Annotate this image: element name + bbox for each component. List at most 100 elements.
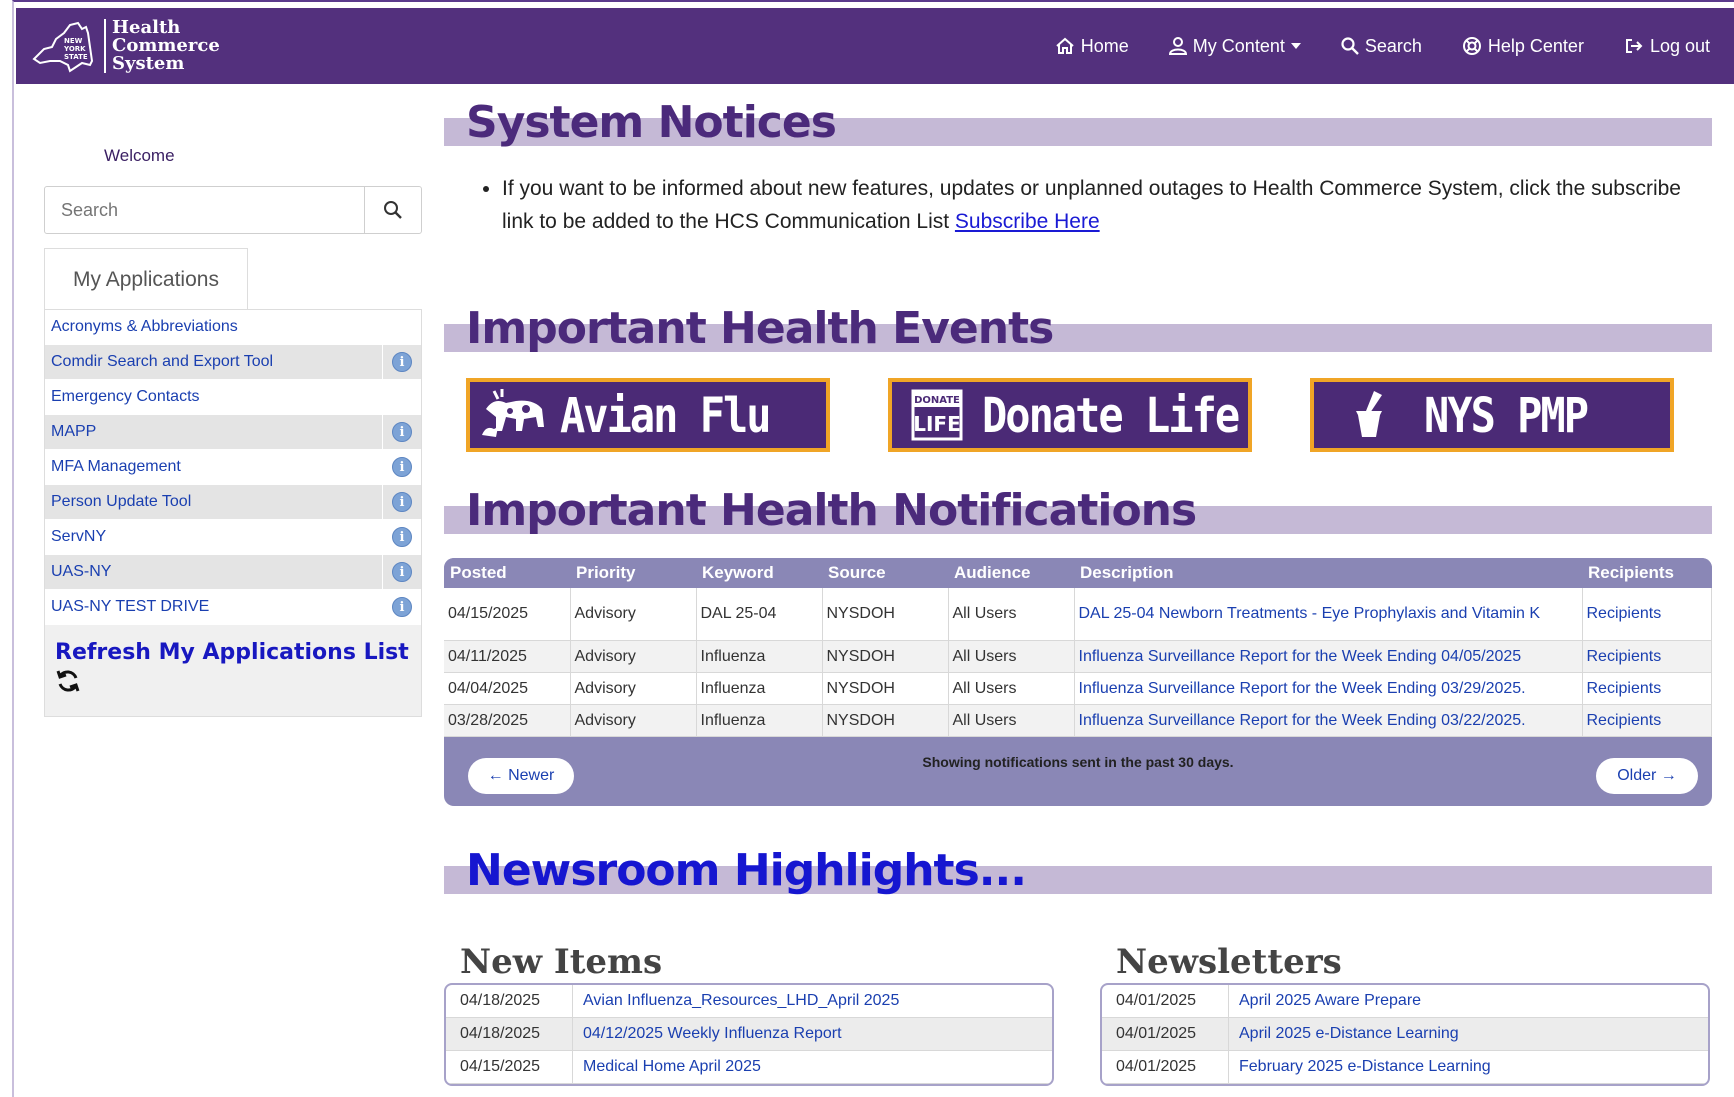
recipients-link[interactable]: Recipients bbox=[1587, 680, 1662, 697]
nav-home-label: Home bbox=[1080, 35, 1129, 56]
app-info-cell: i bbox=[383, 555, 421, 589]
info-icon[interactable]: i bbox=[392, 492, 412, 512]
top-bar: NEW YORK STATE Health Commerce System Ho… bbox=[16, 8, 1734, 84]
refresh-icon[interactable] bbox=[55, 668, 81, 699]
welcome-text: Welcome bbox=[104, 146, 175, 165]
item-link[interactable]: Avian Influenza_Resources_LHD_April 2025 bbox=[573, 985, 1052, 1017]
item-link[interactable]: 04/12/2025 Weekly Influenza Report bbox=[573, 1018, 1052, 1050]
list-item: 04/01/2025 April 2025 e-Distance Learnin… bbox=[1102, 1018, 1708, 1051]
column-header[interactable]: Recipients bbox=[1582, 558, 1712, 588]
new-items-list: 04/18/2025 Avian Influenza_Resources_LHD… bbox=[444, 983, 1054, 1086]
app-link[interactable]: Comdir Search and Export Tool bbox=[45, 345, 383, 379]
user-icon bbox=[1168, 37, 1187, 55]
app-link[interactable]: MAPP bbox=[45, 415, 383, 449]
banner-avian-flu[interactable]: Avian Flu bbox=[466, 378, 830, 452]
item-link[interactable]: February 2025 e-Distance Learning bbox=[1229, 1051, 1708, 1083]
banner-donate-life-label: Donate Life bbox=[982, 386, 1240, 444]
app-link[interactable]: Acronyms & Abbreviations bbox=[45, 310, 383, 344]
app-item-uas-ny-test-drive: UAS-NY TEST DRIVE i bbox=[45, 590, 421, 625]
subscribe-link[interactable]: Subscribe Here bbox=[955, 210, 1100, 233]
source-cell: NYSDOH bbox=[822, 640, 949, 673]
app-link[interactable]: MFA Management bbox=[45, 450, 383, 484]
banner-nys-pmp[interactable]: NYS PMP bbox=[1310, 378, 1674, 452]
nav-help-center[interactable]: Help Center bbox=[1462, 36, 1584, 57]
description-cell: Influenza Surveillance Report for the We… bbox=[1074, 704, 1583, 737]
older-button[interactable]: Older → bbox=[1596, 758, 1698, 794]
app-link[interactable]: UAS-NY TEST DRIVE bbox=[45, 590, 383, 624]
source-cell: NYSDOH bbox=[822, 588, 949, 641]
svg-text:STATE: STATE bbox=[64, 53, 88, 61]
description-link[interactable]: Influenza Surveillance Report for the We… bbox=[1079, 712, 1526, 729]
list-item: 04/01/2025 February 2025 e-Distance Lear… bbox=[1102, 1051, 1708, 1084]
svg-text:NEW: NEW bbox=[64, 37, 83, 45]
tab-my-applications[interactable]: My Applications bbox=[44, 248, 248, 310]
donate-badge-top: DONATE bbox=[914, 395, 960, 406]
app-info-cell bbox=[383, 310, 421, 344]
app-link[interactable]: Person Update Tool bbox=[45, 485, 383, 519]
sidebar-search-input[interactable] bbox=[45, 187, 364, 233]
refresh-applications-link[interactable]: Refresh My Applications List bbox=[55, 640, 409, 665]
recipients-cell: Recipients bbox=[1582, 640, 1712, 673]
priority-cell: Advisory bbox=[570, 588, 697, 641]
priority-cell: Advisory bbox=[570, 672, 697, 705]
keyword-cell: Influenza bbox=[696, 672, 823, 705]
item-link[interactable]: Medical Home April 2025 bbox=[573, 1051, 1052, 1083]
info-icon[interactable]: i bbox=[392, 457, 412, 477]
app-item-comdir: Comdir Search and Export Tool i bbox=[45, 345, 421, 380]
sidebar-search bbox=[44, 186, 422, 234]
banner-donate-life[interactable]: DONATE LIFE Donate Life bbox=[888, 378, 1252, 452]
donate-life-icon: DONATE LIFE bbox=[892, 387, 982, 443]
item-date: 04/18/2025 bbox=[446, 985, 573, 1017]
newsletters-list: 04/01/2025 April 2025 Aware Prepare 04/0… bbox=[1100, 983, 1710, 1086]
nav-help-center-label: Help Center bbox=[1487, 35, 1584, 56]
info-icon[interactable]: i bbox=[392, 422, 412, 442]
column-header[interactable]: Posted bbox=[444, 558, 570, 588]
app-link[interactable]: ServNY bbox=[45, 520, 383, 554]
column-header[interactable]: Description bbox=[1074, 558, 1582, 588]
audience-cell: All Users bbox=[948, 704, 1075, 737]
app-link[interactable]: Emergency Contacts bbox=[45, 380, 383, 414]
info-icon[interactable]: i bbox=[392, 352, 412, 372]
app-info-cell: i bbox=[383, 415, 421, 449]
info-icon[interactable]: i bbox=[392, 562, 412, 582]
description-link[interactable]: Influenza Surveillance Report for the We… bbox=[1079, 680, 1526, 697]
app-item-servny: ServNY i bbox=[45, 520, 421, 555]
logo-line-system: System bbox=[112, 53, 185, 74]
recipients-cell: Recipients bbox=[1582, 672, 1712, 705]
recipients-link[interactable]: Recipients bbox=[1587, 712, 1662, 729]
nav-home[interactable]: Home bbox=[1055, 36, 1129, 57]
ny-state-outline-icon: NEW YORK STATE bbox=[32, 21, 94, 73]
audience-cell: All Users bbox=[948, 672, 1075, 705]
column-header[interactable]: Keyword bbox=[696, 558, 822, 588]
sidebar-search-button[interactable] bbox=[364, 187, 421, 233]
description-link[interactable]: Influenza Surveillance Report for the We… bbox=[1079, 648, 1522, 665]
search-icon bbox=[384, 201, 402, 219]
column-header[interactable]: Priority bbox=[570, 558, 696, 588]
posted-cell: 03/28/2025 bbox=[444, 704, 571, 737]
nav-log-out[interactable]: Log out bbox=[1624, 36, 1710, 57]
nav-search[interactable]: Search bbox=[1341, 36, 1422, 57]
nav-my-content[interactable]: My Content bbox=[1168, 36, 1301, 57]
donate-badge-bottom: LIFE bbox=[913, 412, 961, 436]
app-link[interactable]: UAS-NY bbox=[45, 555, 383, 589]
notifications-footer: ← Newer Showing notifications sent in th… bbox=[444, 746, 1712, 806]
description-link[interactable]: DAL 25-04 Newborn Treatments - Eye Proph… bbox=[1079, 605, 1541, 622]
column-header[interactable]: Source bbox=[822, 558, 948, 588]
system-notices-heading: System Notices bbox=[444, 97, 1712, 148]
banner-avian-flu-label: Avian Flu bbox=[560, 386, 772, 444]
info-icon[interactable]: i bbox=[392, 597, 412, 617]
item-link[interactable]: April 2025 e-Distance Learning bbox=[1229, 1018, 1708, 1050]
app-info-cell: i bbox=[383, 520, 421, 554]
recipients-link[interactable]: Recipients bbox=[1587, 648, 1662, 665]
animals-icon bbox=[470, 387, 560, 443]
help-icon bbox=[1462, 37, 1481, 55]
hcs-logo[interactable]: NEW YORK STATE Health Commerce System bbox=[30, 16, 220, 76]
audience-cell: All Users bbox=[948, 588, 1075, 641]
item-link[interactable]: April 2025 Aware Prepare bbox=[1229, 985, 1708, 1017]
keyword-cell: Influenza bbox=[696, 704, 823, 737]
health-notifications-heading: Important Health Notifications bbox=[444, 485, 1712, 536]
info-icon[interactable]: i bbox=[392, 527, 412, 547]
app-item-emergency-contacts: Emergency Contacts bbox=[45, 380, 421, 415]
column-header[interactable]: Audience bbox=[948, 558, 1074, 588]
recipients-link[interactable]: Recipients bbox=[1587, 605, 1662, 622]
